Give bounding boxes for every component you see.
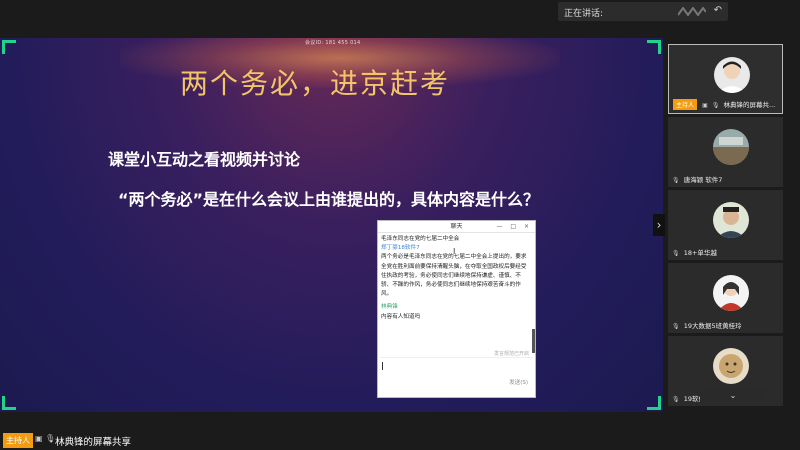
microphone-icon: 🎙 (672, 250, 680, 257)
screen-share-name: 林典锋的屏幕共享 (55, 437, 132, 448)
meeting-window: 正在讲话: ↶ 会议ID: 181 455 014 两个务必，进京赶考 课堂小互… (0, 0, 800, 450)
microphone-icon: 🎙 (672, 177, 680, 184)
chat-messages: 毛泽东同志在党的七届二中全会 郑丁豪18软件7 两个务必是毛泽东同志在党的七届二… (381, 235, 531, 363)
chat-title: 聊天 (450, 223, 463, 230)
avatar (714, 57, 750, 93)
host-badge: 主持人 (673, 99, 698, 110)
participant-tile[interactable]: 🎙 唐海颖 软件7 (668, 117, 783, 187)
participant-tile[interactable]: 🎙 19大数据5班黄桂玲 (668, 263, 783, 333)
avatar (713, 202, 749, 238)
chat-titlebar: 聊天 — □ × (378, 221, 535, 233)
slide-question: “两个务必”是在什么会议上由谁提出的，具体内容是什么？ (118, 190, 540, 209)
microphone-icon: 🎙 (711, 102, 720, 109)
screen-share-icon: ▣ 🎙 (35, 434, 56, 443)
microphone-icon: 🎙 (672, 323, 680, 330)
send-button[interactable]: 发送(S) (509, 378, 528, 386)
participant-name: 19大数据5班黄桂玲 (683, 322, 742, 330)
avatar (713, 348, 749, 384)
chat-message: 两个务必是毛泽东同志在党的七届二中全会上提出的，要求全党在胜利面前要保持清醒头脑… (381, 254, 527, 298)
corner-marker (647, 396, 661, 410)
chat-hint: 发言规范已开启 (493, 351, 529, 357)
avatar (713, 129, 749, 165)
microphone-icon: 🎙 (672, 396, 680, 403)
slide-title: 两个务必，进京赶考 (180, 67, 451, 100)
window-controls[interactable]: — □ × (496, 221, 532, 233)
undo-icon[interactable]: ↶ (714, 5, 722, 16)
bottom-status-bar: 主持人 ▣ 🎙 林典锋的屏幕共享 (0, 430, 800, 450)
screen-share-icon: ▣ (702, 102, 708, 109)
corner-marker (2, 396, 16, 410)
slide-subtitle: 课堂小互动之看视频并讨论 (108, 150, 301, 169)
panel-toggle-chevron-right-icon[interactable]: › (653, 214, 665, 236)
chat-message: 内容有人知道吗 (381, 313, 421, 320)
chat-scrollbar[interactable] (532, 329, 535, 353)
text-caret (382, 362, 383, 370)
host-badge: 主持人 (3, 433, 33, 448)
participant-tile[interactable]: 主持人 ▣ 🎙 林典锋的屏幕共... (668, 44, 783, 114)
chat-window[interactable]: 聊天 — □ × 毛泽东同志在党的七届二中全会 郑丁豪18软件7 两个务必是毛泽… (377, 220, 536, 398)
participant-name: 18+单华越 (683, 249, 717, 257)
participants-panel: 主持人 ▣ 🎙 林典锋的屏幕共... 🎙 唐海颖 软件7 🎙 18+单华越 🎙 … (668, 44, 783, 406)
chat-sender: 郑丁豪18软件7 (381, 245, 420, 252)
top-bar: 正在讲话: ↶ (0, 0, 800, 25)
avatar (713, 275, 749, 311)
chat-sender: 林典锋 (381, 304, 398, 311)
text-cursor-icon: I (453, 247, 456, 256)
shared-screen: 会议ID: 181 455 014 两个务必，进京赶考 课堂小互动之看视频并讨论… (0, 38, 663, 412)
corner-marker (2, 40, 16, 54)
meeting-id-watermark: 会议ID: 181 455 014 (305, 40, 361, 46)
speaking-indicator: 正在讲话: ↶ (558, 2, 728, 21)
corner-marker (647, 40, 661, 54)
participant-name: 林典锋的屏幕共... (723, 101, 776, 109)
audio-wave-icon (678, 7, 706, 16)
chat-input[interactable]: 发送(S) (380, 357, 533, 389)
participant-name: 唐海颖 软件7 (683, 176, 723, 184)
speaking-label: 正在讲话: (564, 9, 604, 19)
participant-tile[interactable]: 🎙 18+单华越 (668, 190, 783, 260)
chevron-down-icon[interactable]: ⌄ (700, 389, 766, 403)
chat-message: 毛泽东同志在党的七届二中全会 (381, 236, 460, 242)
